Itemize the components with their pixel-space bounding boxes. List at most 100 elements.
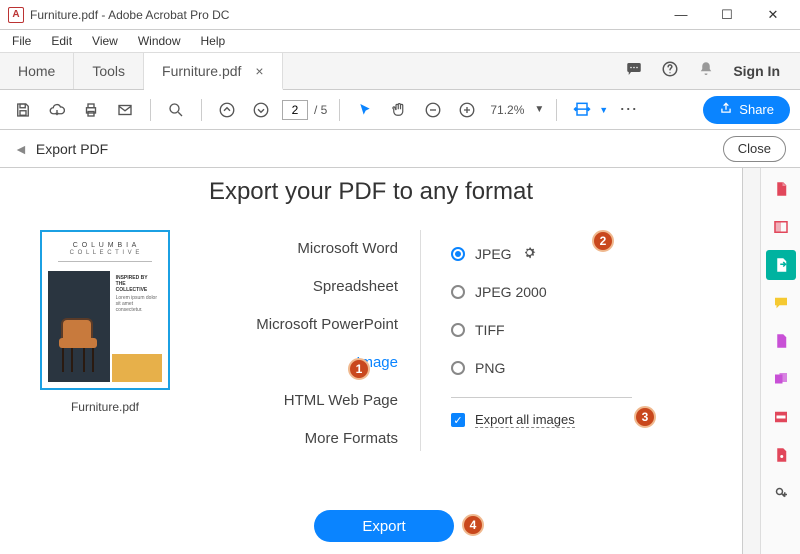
- page-down-icon[interactable]: [248, 97, 274, 123]
- toolbar-separator: [339, 99, 340, 121]
- pointer-icon[interactable]: [352, 97, 378, 123]
- fit-dropdown-icon[interactable]: ▼: [599, 105, 608, 115]
- scrollbar[interactable]: [742, 168, 760, 554]
- page-current-input[interactable]: [282, 100, 308, 120]
- category-spreadsheet[interactable]: Spreadsheet: [313, 273, 398, 299]
- menu-help[interactable]: Help: [193, 32, 234, 50]
- gear-icon[interactable]: [522, 245, 537, 263]
- page-control: / 5: [282, 100, 327, 120]
- option-jpeg2000[interactable]: JPEG 2000: [451, 273, 640, 311]
- toolbar-separator: [556, 99, 557, 121]
- option-tiff-label: TIFF: [475, 322, 505, 338]
- tool-edit-pdf-icon[interactable]: [766, 212, 796, 242]
- thumbnail-filename: Furniture.pdf: [71, 400, 139, 414]
- app-icon: A: [8, 7, 24, 23]
- checkbox-checked-icon: ✓: [451, 413, 465, 427]
- zoom-in-icon[interactable]: [454, 97, 480, 123]
- category-powerpoint[interactable]: Microsoft PowerPoint: [256, 311, 398, 337]
- tab-tools[interactable]: Tools: [74, 53, 144, 89]
- category-html[interactable]: HTML Web Page: [284, 387, 398, 413]
- bell-icon[interactable]: [697, 60, 715, 82]
- export-pane: Export your PDF to any format C O L U M …: [0, 168, 742, 554]
- tool-create-pdf-icon[interactable]: [766, 174, 796, 204]
- option-png-label: PNG: [475, 360, 505, 376]
- tool-redact-icon[interactable]: [766, 402, 796, 432]
- tool-comment-icon[interactable]: [766, 288, 796, 318]
- zoom-dropdown-icon[interactable]: ▼: [534, 104, 544, 115]
- window-maximize-button[interactable]: ☐: [704, 0, 750, 30]
- window-minimize-button[interactable]: —: [658, 0, 704, 30]
- panel-close-button[interactable]: Close: [723, 136, 786, 162]
- tool-combine-icon[interactable]: [766, 364, 796, 394]
- menu-window[interactable]: Window: [130, 32, 189, 50]
- share-label: Share: [739, 102, 774, 117]
- back-icon[interactable]: ◄: [14, 141, 28, 157]
- format-category-list: Microsoft Word Spreadsheet Microsoft Pow…: [210, 230, 420, 451]
- tabbar: Home Tools Furniture.pdf × Sign In: [0, 52, 800, 90]
- mail-icon[interactable]: [112, 97, 138, 123]
- toolbar: / 5 71.2% ▼ ▼ ⋯ Share: [0, 90, 800, 130]
- menu-view[interactable]: View: [84, 32, 126, 50]
- annotation-badge-2: 2: [592, 230, 614, 252]
- toolbar-separator: [201, 99, 202, 121]
- radio-icon: [451, 285, 465, 299]
- annotation-badge-3: 3: [634, 406, 656, 428]
- tool-more-icon[interactable]: [766, 478, 796, 508]
- hand-icon[interactable]: [386, 97, 412, 123]
- document-thumbnail[interactable]: C O L U M B I A C O L L E C T I V E INSP…: [40, 230, 170, 390]
- annotation-badge-1: 1: [348, 358, 370, 380]
- option-jpeg2000-label: JPEG 2000: [475, 284, 547, 300]
- share-button[interactable]: Share: [703, 96, 790, 124]
- menu-file[interactable]: File: [4, 32, 39, 50]
- page-up-icon[interactable]: [214, 97, 240, 123]
- image-options: JPEG JPEG 2000 TIFF PNG: [420, 230, 640, 451]
- print-icon[interactable]: [78, 97, 104, 123]
- zoom-value[interactable]: 71.2%: [490, 103, 524, 117]
- help-icon[interactable]: [661, 60, 679, 82]
- option-tiff[interactable]: TIFF: [451, 311, 640, 349]
- search-icon[interactable]: [163, 97, 189, 123]
- radio-icon: [451, 361, 465, 375]
- category-word[interactable]: Microsoft Word: [297, 235, 398, 261]
- page-total-label: / 5: [314, 103, 327, 117]
- menubar: File Edit View Window Help: [0, 30, 800, 52]
- cloud-icon[interactable]: [44, 97, 70, 123]
- thumb-brand: C O L U M B I A: [48, 242, 162, 249]
- window-titlebar: A Furniture.pdf - Adobe Acrobat Pro DC —…: [0, 0, 800, 30]
- right-tool-panel: [760, 168, 800, 554]
- chair-graphic: [57, 318, 101, 376]
- tool-organize-icon[interactable]: [766, 326, 796, 356]
- save-icon[interactable]: [10, 97, 36, 123]
- tool-export-pdf-icon[interactable]: [766, 250, 796, 280]
- radio-icon: [451, 247, 465, 261]
- sign-in-link[interactable]: Sign In: [733, 63, 780, 79]
- tab-home[interactable]: Home: [0, 53, 74, 89]
- comment-icon[interactable]: [625, 60, 643, 82]
- share-icon: [719, 101, 733, 118]
- title-filename: Furniture.pdf: [30, 8, 98, 22]
- fit-width-icon[interactable]: [569, 97, 595, 123]
- thumb-brand-sub: C O L L E C T I V E: [48, 250, 162, 256]
- menu-edit[interactable]: Edit: [43, 32, 80, 50]
- options-divider: [451, 397, 632, 398]
- category-more[interactable]: More Formats: [305, 425, 398, 451]
- zoom-out-icon[interactable]: [420, 97, 446, 123]
- export-button[interactable]: Export: [314, 510, 454, 542]
- title-appname: Adobe Acrobat Pro DC: [108, 8, 229, 22]
- panel-header: ◄ Export PDF Close: [0, 130, 800, 168]
- tab-document[interactable]: Furniture.pdf ×: [144, 53, 283, 90]
- annotation-badge-4: 4: [462, 514, 484, 536]
- window-close-button[interactable]: ✕: [750, 0, 796, 30]
- export-all-images-label: Export all images: [475, 412, 575, 428]
- export-all-images-checkbox-row[interactable]: ✓ Export all images: [451, 412, 640, 428]
- option-jpeg-label: JPEG: [475, 246, 512, 262]
- tool-protect-icon[interactable]: [766, 440, 796, 470]
- export-heading: Export your PDF to any format: [0, 178, 742, 206]
- more-icon[interactable]: ⋯: [616, 97, 642, 123]
- tab-close-icon[interactable]: ×: [255, 63, 263, 79]
- window-title: Furniture.pdf - Adobe Acrobat Pro DC: [30, 8, 229, 22]
- option-png[interactable]: PNG: [451, 349, 640, 387]
- tab-document-label: Furniture.pdf: [162, 63, 241, 79]
- toolbar-separator: [150, 99, 151, 121]
- panel-title: Export PDF: [36, 141, 108, 157]
